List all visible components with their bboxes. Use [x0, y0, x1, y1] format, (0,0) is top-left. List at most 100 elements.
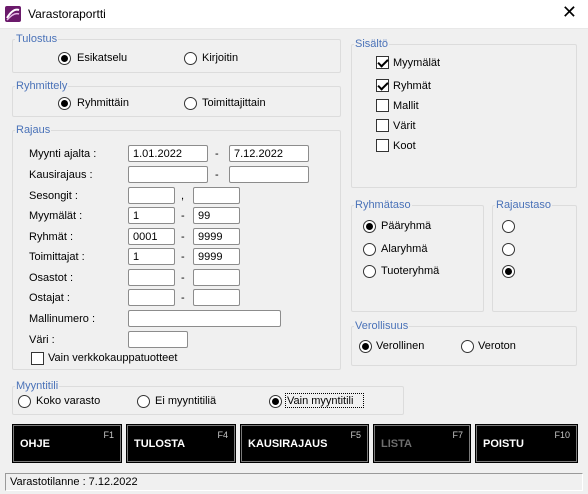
ohje-button[interactable]: OHJE F1: [12, 424, 122, 463]
button-label: KAUSIRAJAUS: [248, 438, 328, 450]
window-title: Varastoraportti: [28, 7, 106, 21]
radio-indicator[interactable]: [363, 243, 376, 256]
range-separator: -: [181, 292, 185, 304]
button-key: F7: [452, 430, 463, 440]
radio-indicator[interactable]: [58, 97, 71, 110]
radio-label: Esikatselu: [77, 52, 128, 64]
button-label: LISTA: [381, 438, 412, 450]
rajaustaso-radio-1[interactable]: [502, 220, 515, 233]
radio-label: Pääryhmä: [381, 220, 432, 232]
toimittajat-to-input[interactable]: [193, 248, 240, 265]
radio-label: Ryhmittäin: [77, 97, 129, 109]
range-separator: -: [215, 148, 219, 160]
rajaus-legend: Rajaus: [16, 124, 51, 136]
button-label: OHJE: [20, 438, 50, 450]
osastot-to-input[interactable]: [193, 269, 240, 286]
vari-label: Väri :: [29, 334, 55, 346]
rajaustaso-legend: Rajaustaso: [496, 199, 552, 211]
title-bar: Varastoraportti ✕: [0, 0, 588, 29]
button-key: F5: [350, 430, 361, 440]
status-bar: Varastotilanne : 7.12.2022: [5, 473, 583, 491]
range-separator: ,: [181, 190, 185, 202]
checkbox-label: Vain verkkokauppatuotteet: [48, 352, 178, 364]
range-separator: -: [181, 251, 185, 263]
myynti-ajalta-to-input[interactable]: [229, 145, 309, 162]
checkbox-label: Värit: [393, 120, 416, 132]
kausirajaus-to-input[interactable]: [229, 166, 309, 183]
checkbox-indicator[interactable]: [376, 119, 389, 132]
radio-indicator[interactable]: [363, 265, 376, 278]
ryhmataso-legend: Ryhmätaso: [355, 199, 411, 211]
ryhmat-label: Ryhmät :: [29, 231, 74, 243]
close-icon[interactable]: ✕: [562, 3, 577, 23]
tulostus-legend: Tulostus: [16, 33, 58, 45]
ryhmat-from-input[interactable]: [128, 228, 175, 245]
lista-button[interactable]: LISTA F7: [373, 424, 471, 463]
app-logo-icon: [5, 6, 21, 22]
status-text: Varastotilanne : 7.12.2022: [10, 476, 138, 488]
checkbox-label: Myymälät: [393, 57, 441, 69]
osastot-from-input[interactable]: [128, 269, 175, 286]
rajaustaso-radio-2[interactable]: [502, 243, 515, 256]
rajaustaso-radio-3[interactable]: [502, 265, 515, 278]
checkbox-label: Mallit: [393, 100, 419, 112]
radio-indicator[interactable]: [461, 340, 474, 353]
checkbox-indicator[interactable]: [376, 56, 389, 69]
focus-indicator: [285, 393, 364, 408]
radio-indicator[interactable]: [184, 52, 197, 65]
ryhmat-to-input[interactable]: [193, 228, 240, 245]
mallinumero-input[interactable]: [128, 310, 281, 327]
sesongit-from-input[interactable]: [128, 187, 175, 204]
radio-label: Alaryhmä: [381, 243, 428, 255]
checkbox-indicator[interactable]: [376, 139, 389, 152]
radio-indicator[interactable]: [58, 52, 71, 65]
button-label: POISTU: [483, 438, 524, 450]
poistu-button[interactable]: POISTU F10: [475, 424, 578, 463]
radio-label: Toimittajittain: [202, 97, 266, 109]
radio-indicator[interactable]: [18, 395, 31, 408]
radio-indicator[interactable]: [359, 340, 372, 353]
kausirajaus-label: Kausirajaus :: [29, 169, 93, 181]
myymalat-to-input[interactable]: [193, 207, 240, 224]
tulosta-button[interactable]: TULOSTA F4: [126, 424, 236, 463]
checkbox-label: Ryhmät: [393, 80, 431, 92]
checkbox-indicator[interactable]: [376, 99, 389, 112]
checkbox-indicator[interactable]: [31, 352, 44, 365]
myynti-ajalta-from-input[interactable]: [128, 145, 208, 162]
radio-label: Verollinen: [376, 340, 425, 352]
kausirajaus-from-input[interactable]: [128, 166, 208, 183]
myynti-ajalta-label: Myynti ajalta :: [29, 148, 97, 160]
verollisuus-legend: Verollisuus: [355, 320, 409, 332]
osastot-label: Osastot :: [29, 272, 74, 284]
vari-input[interactable]: [128, 331, 188, 348]
radio-label: Ei myyntitiliä: [155, 395, 217, 407]
button-key: F1: [103, 430, 114, 440]
ostajat-to-input[interactable]: [193, 289, 240, 306]
ostajat-label: Ostajat :: [29, 292, 70, 304]
radio-indicator[interactable]: [363, 220, 376, 233]
myyntitili-legend: Myyntitili: [16, 380, 59, 392]
radio-indicator[interactable]: [184, 97, 197, 110]
checkbox-indicator[interactable]: [376, 79, 389, 92]
ostajat-from-input[interactable]: [128, 289, 175, 306]
range-separator: -: [215, 169, 219, 181]
radio-label: Koko varasto: [36, 395, 101, 407]
ryhmittely-legend: Ryhmittely: [16, 80, 68, 92]
sesongit-to-input[interactable]: [193, 187, 240, 204]
button-label: TULOSTA: [134, 438, 186, 450]
range-separator: -: [181, 231, 185, 243]
radio-label: Veroton: [478, 340, 516, 352]
radio-indicator[interactable]: [137, 395, 150, 408]
sisalto-legend: Sisältö: [355, 38, 389, 50]
myymalat-label: Myymälät :: [29, 210, 83, 222]
range-separator: -: [181, 272, 185, 284]
toimittajat-from-input[interactable]: [128, 248, 175, 265]
rajaustaso-group: Rajaustaso: [492, 199, 577, 312]
sesongit-label: Sesongit :: [29, 190, 78, 202]
myymalat-from-input[interactable]: [128, 207, 175, 224]
radio-indicator[interactable]: [269, 395, 282, 408]
range-separator: -: [181, 210, 185, 222]
toimittajat-label: Toimittajat :: [29, 251, 85, 263]
kausirajaus-button[interactable]: KAUSIRAJAUS F5: [240, 424, 369, 463]
button-key: F4: [217, 430, 228, 440]
